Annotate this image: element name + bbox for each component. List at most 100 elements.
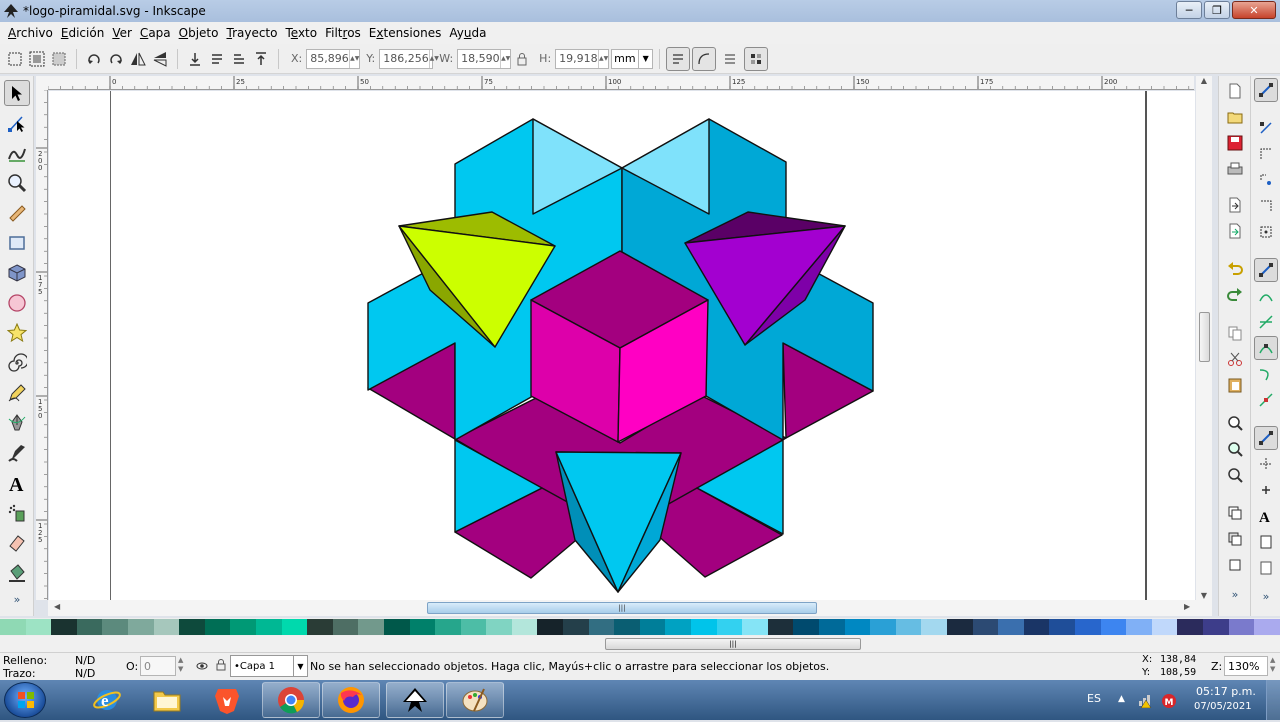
taskbar-brave[interactable] — [198, 682, 256, 718]
ellipse-tool[interactable] — [4, 290, 30, 316]
print-button[interactable] — [1224, 158, 1246, 180]
snap-bbox-midpoint-toggle[interactable] — [1254, 194, 1278, 218]
paint-bucket-tool[interactable] — [4, 560, 30, 586]
color-swatch[interactable] — [1074, 619, 1101, 635]
snap-rotation-center-toggle[interactable] — [1254, 478, 1278, 502]
snap-paths-toggle[interactable] — [1254, 284, 1278, 308]
3d-box-tool[interactable] — [4, 260, 30, 286]
spray-tool[interactable] — [4, 500, 30, 526]
color-swatch[interactable] — [1023, 619, 1050, 635]
scale-stroke-toggle[interactable] — [666, 46, 691, 71]
menu-item-8[interactable]: Extensiones — [365, 26, 446, 40]
color-swatch[interactable] — [1100, 619, 1127, 635]
start-button[interactable] — [4, 682, 46, 718]
color-swatch[interactable] — [1228, 619, 1255, 635]
restore-button[interactable]: ❐ — [1204, 1, 1230, 19]
color-swatch[interactable] — [767, 619, 794, 635]
color-swatch[interactable] — [742, 619, 768, 635]
palette-scrollbar[interactable]: ||| — [0, 636, 1280, 652]
h-field[interactable]: 19,918 ▲▼ — [555, 48, 610, 69]
color-swatch[interactable] — [76, 619, 103, 635]
clone-button[interactable] — [1224, 528, 1246, 550]
spiral-tool[interactable] — [4, 350, 30, 376]
color-swatch[interactable] — [1049, 619, 1075, 635]
color-swatch[interactable] — [870, 619, 896, 635]
color-swatch[interactable] — [332, 619, 359, 635]
palette-scroll-thumb[interactable]: ||| — [605, 638, 861, 650]
snap-smooth-nodes-toggle[interactable] — [1254, 362, 1278, 386]
calligraphy-tool[interactable] — [4, 440, 30, 466]
y-spinner[interactable]: ▲▼ — [428, 49, 439, 68]
horizontal-ruler[interactable]: 0 25 50 75 100 125 150 175 200 — [48, 76, 1194, 90]
color-swatch[interactable] — [435, 619, 461, 635]
zoom-tool[interactable] — [4, 170, 30, 196]
taskbar-firefox[interactable] — [322, 682, 380, 718]
opacity-field[interactable]: 0 — [140, 656, 176, 676]
tray-expand-icon[interactable]: ▲ — [1118, 694, 1125, 704]
color-swatch[interactable] — [819, 619, 845, 635]
scroll-right-icon[interactable]: ▶ — [1184, 602, 1190, 611]
save-button[interactable] — [1224, 132, 1246, 154]
color-swatch[interactable] — [946, 619, 973, 635]
commands-overflow-button[interactable]: » — [1224, 586, 1246, 602]
snap-bbox-edge-toggle[interactable] — [1254, 142, 1278, 166]
raise-to-top-button[interactable] — [250, 48, 272, 70]
export-button[interactable] — [1224, 220, 1246, 242]
color-swatch[interactable] — [537, 619, 564, 635]
w-spinner[interactable]: ▲▼ — [500, 49, 510, 68]
lock-proportions-button[interactable] — [511, 48, 533, 70]
menu-item-7[interactable]: Filtros — [321, 26, 365, 40]
zoom-selection-button[interactable] — [1224, 412, 1246, 434]
color-swatch[interactable] — [460, 619, 487, 635]
color-swatch[interactable] — [844, 619, 871, 635]
snap-overflow-button[interactable]: » — [1254, 588, 1278, 604]
snap-text-baseline-toggle[interactable]: A — [1254, 504, 1278, 528]
scroll-down-icon[interactable]: ▼ — [1196, 591, 1212, 600]
transform-patterns-toggle[interactable] — [744, 46, 769, 71]
taskbar-internet-explorer[interactable]: e — [78, 682, 136, 718]
selector-tool[interactable] — [4, 80, 30, 106]
pen-tool[interactable] — [4, 410, 30, 436]
color-swatch[interactable] — [102, 619, 128, 635]
color-swatch[interactable] — [1202, 619, 1229, 635]
color-swatch[interactable] — [179, 619, 205, 635]
snap-cusp-nodes-toggle[interactable] — [1254, 336, 1278, 360]
w-field[interactable]: 18,590 ▲▼ — [457, 48, 512, 69]
color-swatch[interactable] — [51, 619, 77, 635]
color-swatch[interactable] — [1254, 619, 1280, 635]
paste-button[interactable] — [1224, 374, 1246, 396]
menu-item-6[interactable]: Texto — [281, 26, 321, 40]
raise-button[interactable] — [228, 48, 250, 70]
color-swatch[interactable] — [998, 619, 1024, 635]
lower-to-bottom-button[interactable] — [184, 48, 206, 70]
zoom-drawing-button[interactable] — [1224, 438, 1246, 460]
snap-bbox-corner-toggle[interactable] — [1254, 168, 1278, 192]
unit-select[interactable]: mm ▼ — [611, 48, 654, 69]
scale-corners-toggle[interactable] — [692, 46, 717, 71]
select-all-layers-button[interactable] — [26, 48, 48, 70]
color-swatch[interactable] — [716, 619, 743, 635]
flip-horizontal-button[interactable] — [127, 48, 149, 70]
import-button[interactable] — [1224, 194, 1246, 216]
snap-intersections-toggle[interactable] — [1254, 310, 1278, 334]
star-tool[interactable] — [4, 320, 30, 346]
color-swatch[interactable] — [614, 619, 640, 635]
x-spinner[interactable]: ▲▼ — [349, 49, 359, 68]
open-button[interactable] — [1224, 106, 1246, 128]
flip-vertical-button[interactable] — [149, 48, 171, 70]
copy-button[interactable] — [1224, 322, 1246, 344]
clock-date[interactable]: 07/05/2021 — [1194, 701, 1252, 712]
horizontal-scrollbar[interactable]: ◀ ||| ▶ — [48, 600, 1212, 616]
menu-item-5[interactable]: Trayecto — [222, 26, 281, 40]
color-swatch[interactable] — [127, 619, 154, 635]
input-language[interactable]: ES — [1087, 692, 1101, 705]
color-swatch[interactable] — [972, 619, 999, 635]
stroke-indicator[interactable]: N/D — [75, 667, 95, 680]
color-swatch[interactable] — [0, 619, 26, 635]
lower-button[interactable] — [206, 48, 228, 70]
rectangle-tool[interactable] — [4, 230, 30, 256]
color-swatch[interactable] — [383, 619, 410, 635]
unlink-clone-button[interactable] — [1224, 554, 1246, 576]
rotate-cw-button[interactable] — [105, 48, 127, 70]
taskbar-file-explorer[interactable] — [138, 682, 196, 718]
